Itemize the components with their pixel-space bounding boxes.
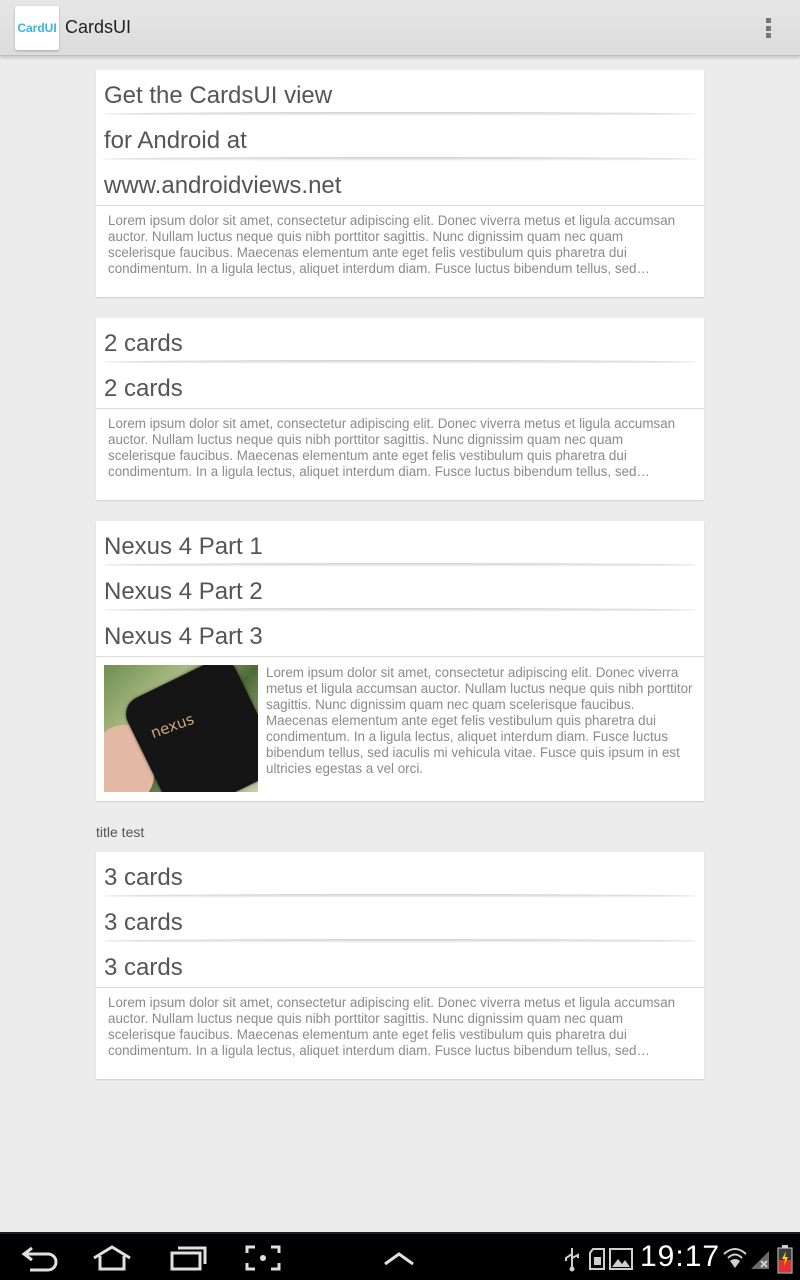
wifi-icon <box>723 1248 747 1268</box>
card-stack-4[interactable]: 3 cards 3 cards 3 cards Lorem ipsum dolo… <box>96 852 704 1079</box>
status-clock: 19:17 <box>640 1240 721 1273</box>
card-title[interactable]: Nexus 4 Part 2 <box>96 566 704 612</box>
card-body-text: Lorem ipsum dolor sit amet, consectetur … <box>108 416 676 479</box>
card-title[interactable]: 2 cards <box>96 363 704 409</box>
signal-icon <box>751 1251 769 1269</box>
card-body: Lorem ipsum dolor sit amet, consectetur … <box>96 409 704 480</box>
overflow-menu-icon[interactable] <box>760 16 776 40</box>
card-body: Lorem ipsum dolor sit amet, consectetur … <box>96 206 704 277</box>
home-icon[interactable] <box>90 1244 134 1272</box>
card-body: Lorem ipsum dolor sit amet, consectetur … <box>96 988 704 1059</box>
system-nav-bar: 19:17 <box>0 1232 800 1280</box>
card-stack-3[interactable]: Nexus 4 Part 1 Nexus 4 Part 2 Nexus 4 Pa… <box>96 521 704 801</box>
card-title[interactable]: for Android at <box>96 115 704 161</box>
card-title[interactable]: 3 cards <box>96 942 704 988</box>
card-stack-2[interactable]: 2 cards 2 cards Lorem ipsum dolor sit am… <box>96 318 704 500</box>
action-bar: CardUI CardsUI <box>0 0 800 56</box>
app-title: CardsUI <box>65 17 132 37</box>
recent-apps-icon[interactable] <box>168 1244 208 1272</box>
card-title[interactable]: 3 cards <box>96 852 704 898</box>
battery-icon <box>777 1245 793 1274</box>
app-icon[interactable]: CardUI <box>15 6 59 50</box>
card-title[interactable]: Get the CardsUI view <box>96 70 704 116</box>
back-icon[interactable] <box>20 1244 60 1272</box>
nexus-phone-image: nexus <box>104 665 258 792</box>
card-title[interactable]: Nexus 4 Part 3 <box>96 611 704 657</box>
screenshot-icon[interactable] <box>244 1244 282 1272</box>
card-body-text: Lorem ipsum dolor sit amet, consectetur … <box>108 213 676 276</box>
card-title[interactable]: 3 cards <box>96 897 704 943</box>
card-image-row: nexus Lorem ipsum dolor sit amet, consec… <box>96 657 704 800</box>
card-title[interactable]: www.androidviews.net <box>96 160 704 206</box>
card-title[interactable]: 2 cards <box>96 318 704 364</box>
usb-icon <box>565 1248 579 1272</box>
image-icon <box>609 1248 633 1270</box>
expand-icon[interactable] <box>382 1244 416 1272</box>
card-body-text: Lorem ipsum dolor sit amet, consectetur … <box>266 665 693 776</box>
card-stack-1[interactable]: Get the CardsUI view for Android at www.… <box>96 70 704 297</box>
section-title: title test <box>96 824 145 840</box>
sd-card-icon <box>589 1248 605 1270</box>
card-title[interactable]: Nexus 4 Part 1 <box>96 521 704 567</box>
card-body-text: Lorem ipsum dolor sit amet, consectetur … <box>108 995 676 1058</box>
